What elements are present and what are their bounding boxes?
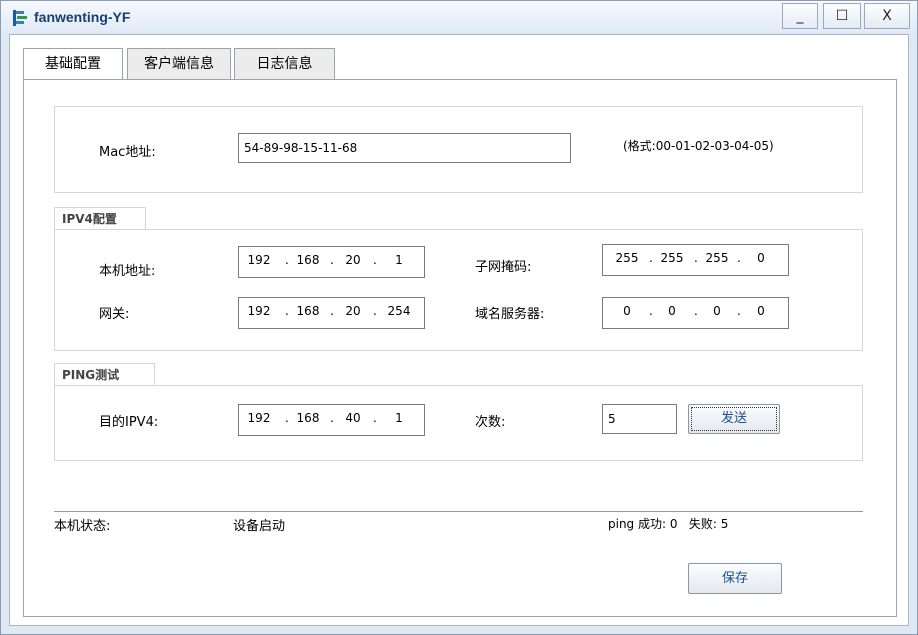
local-address-input[interactable]: 192 . 168 . 20 . 1 <box>238 246 425 278</box>
local-ip-octet-2: 168 <box>296 253 320 267</box>
target-ip-label: 目的IPV4: <box>99 415 159 430</box>
ping-group: 目的IPV4: 192 . 168 . 40 . 1 次数: 5 发送 <box>54 385 863 461</box>
dns-label: 域名服务器: <box>475 307 545 322</box>
subnet-mask-input[interactable]: 255 . 255 . 255 . 0 <box>602 244 789 276</box>
subnet-mask-label: 子网掩码: <box>475 260 532 275</box>
send-button[interactable]: 发送 <box>688 404 780 434</box>
title-bar[interactable]: fanwenting-YF _ ☐ X <box>1 1 917 34</box>
ip-dot: . <box>330 253 334 267</box>
ip-dot: . <box>285 411 289 425</box>
basic-config-panel: Mac地址: 54-89-98-15-11-68 (格式:00-01-02-03… <box>23 79 897 617</box>
mac-label: Mac地址: <box>99 145 156 160</box>
status-value: 设备启动 <box>233 519 286 534</box>
target-octet-1: 192 <box>247 411 271 425</box>
ping-result-text: ping 成功: 0 失败: 5 <box>608 517 729 531</box>
target-ip-input[interactable]: 192 . 168 . 40 . 1 <box>238 404 425 436</box>
ipv4-group: 本机地址: 192 . 168 . 20 . 1 子网掩码: 255 . 255… <box>54 229 863 351</box>
ip-dot: . <box>373 411 377 425</box>
ip-dot: . <box>694 304 698 318</box>
gateway-label: 网关: <box>99 307 130 322</box>
mac-format-hint: (格式:00-01-02-03-04-05) <box>623 139 774 153</box>
target-octet-4: 1 <box>395 411 403 425</box>
ip-dot: . <box>285 253 289 267</box>
minimize-button[interactable]: _ <box>782 3 818 29</box>
ip-dot: . <box>373 304 377 318</box>
local-address-label: 本机地址: <box>99 264 156 279</box>
status-label: 本机状态: <box>54 519 111 534</box>
dns-octet-2: 0 <box>668 304 676 318</box>
dns-input[interactable]: 0 . 0 . 0 . 0 <box>602 297 789 329</box>
ping-count-input[interactable]: 5 <box>602 404 677 434</box>
dns-octet-3: 0 <box>713 304 721 318</box>
dns-octet-4: 0 <box>757 304 765 318</box>
status-divider <box>54 511 863 512</box>
local-ip-octet-3: 20 <box>345 253 361 267</box>
mask-octet-4: 0 <box>757 251 765 265</box>
target-octet-3: 40 <box>345 411 361 425</box>
window-title: fanwenting-YF <box>34 9 131 25</box>
local-ip-octet-4: 1 <box>395 253 403 267</box>
save-button[interactable]: 保存 <box>688 563 782 594</box>
app-window: fanwenting-YF _ ☐ X 基础配置 客户端信息 日志信息 Mac地… <box>0 0 918 635</box>
ip-dot: . <box>330 304 334 318</box>
ipv4-group-title: IPV4配置 <box>54 207 146 230</box>
mac-value: 54-89-98-15-11-68 <box>244 141 358 155</box>
ip-dot: . <box>649 251 653 265</box>
tab-log-info[interactable]: 日志信息 <box>234 48 335 80</box>
gateway-octet-1: 192 <box>247 304 271 318</box>
close-button[interactable]: X <box>864 3 910 29</box>
mask-octet-1: 255 <box>615 251 639 265</box>
ip-dot: . <box>694 251 698 265</box>
local-ip-octet-1: 192 <box>247 253 271 267</box>
gateway-octet-2: 168 <box>296 304 320 318</box>
mac-group: Mac地址: 54-89-98-15-11-68 (格式:00-01-02-03… <box>54 106 863 193</box>
ping-count-value: 5 <box>608 412 616 426</box>
ip-dot: . <box>330 411 334 425</box>
client-area: 基础配置 客户端信息 日志信息 Mac地址: 54-89-98-15-11-68… <box>9 34 909 626</box>
tab-client-info[interactable]: 客户端信息 <box>127 48 231 80</box>
dns-octet-1: 0 <box>623 304 631 318</box>
gateway-octet-3: 20 <box>345 304 361 318</box>
tab-basic-config[interactable]: 基础配置 <box>23 48 123 81</box>
ip-dot: . <box>373 253 377 267</box>
mask-octet-2: 255 <box>660 251 684 265</box>
target-octet-2: 168 <box>296 411 320 425</box>
count-label: 次数: <box>475 415 506 430</box>
mac-input[interactable]: 54-89-98-15-11-68 <box>238 133 571 163</box>
ip-dot: . <box>737 304 741 318</box>
ip-dot: . <box>285 304 289 318</box>
network-app-icon <box>13 10 27 26</box>
gateway-input[interactable]: 192 . 168 . 20 . 254 <box>238 297 425 329</box>
maximize-button[interactable]: ☐ <box>823 3 861 29</box>
gateway-octet-4: 254 <box>387 304 411 318</box>
ip-dot: . <box>737 251 741 265</box>
mask-octet-3: 255 <box>705 251 729 265</box>
ip-dot: . <box>649 304 653 318</box>
ping-group-title: PING测试 <box>54 363 155 386</box>
